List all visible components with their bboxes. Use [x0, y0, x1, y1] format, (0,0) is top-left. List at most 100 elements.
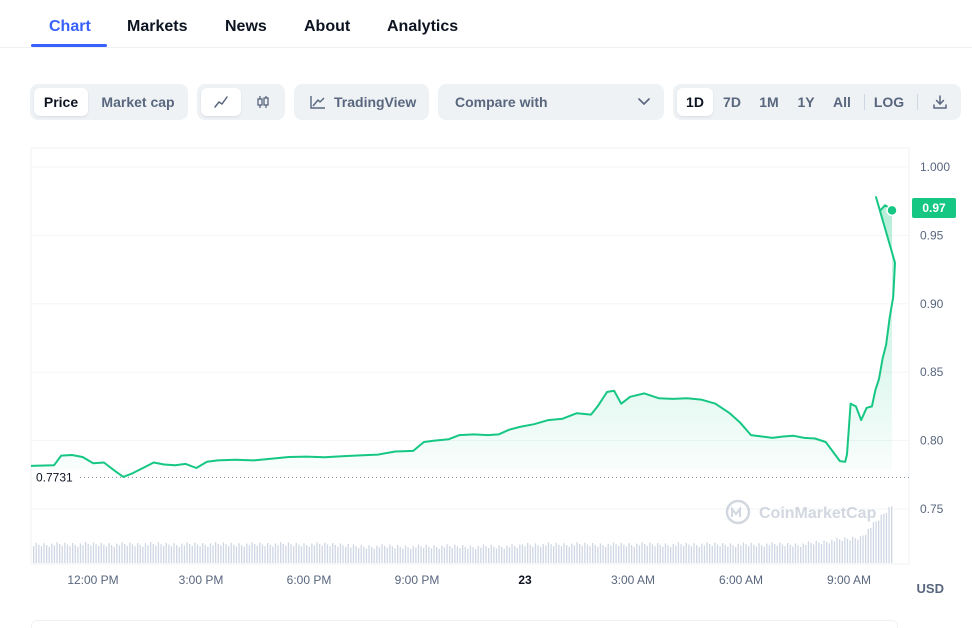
line-chart-button[interactable]: [201, 88, 241, 116]
volume-bar: [761, 545, 763, 563]
volume-bar: [516, 547, 518, 563]
tab-analytics[interactable]: Analytics: [387, 18, 458, 36]
volume-bar: [215, 542, 217, 563]
trend-chart-icon: [310, 96, 325, 109]
volume-bar: [724, 544, 726, 563]
volume-bar: [620, 542, 622, 563]
tradingview-button[interactable]: TradingView: [294, 84, 429, 120]
price-button[interactable]: Price: [34, 88, 88, 116]
current-price-dot: [886, 204, 898, 217]
volume-bar: [563, 543, 565, 563]
volume-bar: [428, 546, 430, 563]
volume-bar: [324, 542, 326, 563]
range-1m-button[interactable]: 1M: [751, 88, 787, 116]
volume-bar: [633, 546, 635, 563]
tab-news[interactable]: News: [225, 18, 267, 36]
volume-bar: [820, 543, 823, 563]
volume-bar: [402, 548, 404, 563]
volume-bar: [293, 546, 295, 563]
volume-bar: [508, 547, 511, 563]
volume-bar: [251, 542, 253, 563]
metric-toggle: Price Market cap: [30, 84, 188, 120]
volume-bar: [534, 543, 537, 563]
tab-markets[interactable]: Markets: [127, 18, 187, 36]
volume-bar: [849, 540, 851, 563]
volume-bar: [191, 545, 193, 563]
volume-bar: [147, 545, 149, 563]
download-button[interactable]: [923, 88, 957, 116]
volume-bar: [823, 540, 825, 563]
volume-bar: [532, 546, 534, 563]
volume-bar: [612, 542, 615, 563]
volume-bar: [79, 543, 82, 563]
range-1y-button[interactable]: 1Y: [789, 88, 823, 116]
volume-bar: [646, 545, 648, 563]
volume-bar: [654, 546, 656, 563]
compare-dropdown[interactable]: Compare with: [438, 84, 664, 120]
volume-bar: [342, 545, 344, 563]
volume-bar: [243, 546, 245, 563]
volume-bar: [321, 545, 323, 563]
volume-bar: [867, 528, 869, 563]
next-section-edge: [31, 620, 898, 628]
range-7d-button[interactable]: 7D: [715, 88, 749, 116]
price-chart[interactable]: 0.7731 1.000 0.95 0.90 0.85 0.80 0.75 12:00 P…: [0, 140, 972, 620]
volume-bar: [815, 540, 817, 563]
volume-bar: [134, 546, 136, 563]
volume-bar: [571, 543, 573, 563]
volume-bar: [589, 546, 591, 563]
volume-bar: [160, 544, 162, 563]
volume-bar: [771, 542, 773, 563]
x-tick-label: 6:00 AM: [719, 573, 763, 587]
compare-label: Compare with: [455, 94, 548, 110]
price-line: [30, 196, 896, 478]
volume-bar: [469, 545, 472, 563]
range-1d-button[interactable]: 1D: [677, 88, 713, 116]
volume-bar: [121, 542, 123, 563]
volume-bar: [425, 544, 427, 563]
range-all-button[interactable]: All: [825, 88, 859, 116]
volume-bar: [181, 543, 183, 563]
volume-bar: [456, 546, 459, 563]
volume-bar: [480, 547, 482, 563]
volume-bar: [95, 544, 97, 563]
volume-bar: [399, 546, 401, 563]
volume-bar: [878, 520, 880, 563]
volume-bar: [488, 548, 490, 563]
volume-bar: [722, 543, 724, 563]
volume-bar: [846, 538, 849, 563]
tab-chart[interactable]: Chart: [49, 18, 91, 36]
volume-bar: [537, 545, 539, 563]
volume-bar: [259, 542, 261, 563]
volume-bar: [547, 542, 550, 563]
volume-bar: [64, 542, 66, 563]
candlestick-button[interactable]: [243, 88, 283, 116]
volume-bar: [693, 543, 695, 563]
volume-bar: [233, 544, 235, 563]
volume-bar: [124, 544, 126, 563]
volume-bar: [659, 544, 661, 563]
volume-bar: [329, 546, 331, 563]
volume-bar: [311, 543, 313, 563]
tab-about[interactable]: About: [304, 18, 350, 36]
volume-bar: [306, 545, 308, 563]
volume-bar: [100, 542, 102, 563]
volume-bar: [573, 545, 576, 563]
volume-bar: [407, 547, 409, 563]
log-scale-button[interactable]: LOG: [869, 88, 909, 116]
volume-bar: [805, 544, 807, 563]
volume-bar: [308, 546, 310, 563]
volume-bar: [768, 545, 771, 563]
market-cap-button[interactable]: Market cap: [92, 88, 184, 116]
volume-bar: [449, 546, 451, 563]
volume-bar: [742, 542, 745, 563]
x-tick-label: 9:00 PM: [395, 573, 440, 587]
volume-bar: [295, 542, 297, 563]
volume-bar: [618, 546, 620, 563]
volume-bar: [779, 542, 781, 563]
volume-bar: [841, 540, 843, 563]
volume-bar: [111, 545, 113, 563]
x-tick-label: 3:00 PM: [179, 573, 224, 587]
volume-bar: [394, 548, 396, 563]
volume-bar: [636, 543, 638, 563]
